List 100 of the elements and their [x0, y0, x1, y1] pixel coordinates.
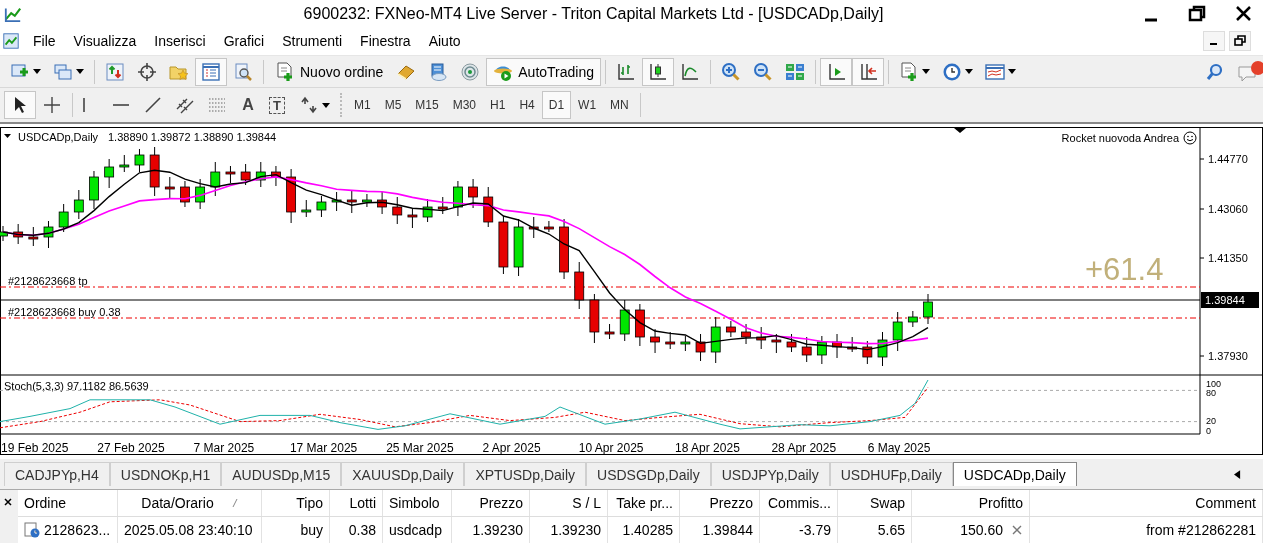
date-label: 28 Apr 2025: [771, 441, 837, 456]
candle: [574, 261, 585, 310]
toolbar-button[interactable]: [820, 57, 853, 86]
toolbar-button[interactable]: [195, 57, 227, 86]
menu-item[interactable]: Finestra: [351, 33, 420, 50]
crosshair-icon: [137, 61, 157, 82]
menu-item[interactable]: Inserisci: [145, 33, 215, 50]
windows-icon: [53, 61, 73, 82]
candle: [331, 191, 342, 212]
column-header[interactable]: Data/Orario: [118, 490, 262, 516]
left-arrow-icon[interactable]: [1234, 470, 1241, 479]
column-header[interactable]: Prezzo: [452, 490, 530, 516]
menu-item[interactable]: Aiuto: [419, 33, 470, 50]
timeframe-button[interactable]: MN: [603, 91, 636, 120]
column-header[interactable]: Commis...: [760, 490, 838, 516]
timeframe-button[interactable]: M30: [445, 91, 484, 120]
caret-icon: [33, 69, 41, 75]
caret-icon: [922, 69, 931, 75]
timeframe-button[interactable]: D1: [541, 91, 572, 120]
candle: [771, 333, 782, 354]
caret-icon: [1008, 69, 1017, 75]
column-header[interactable]: Take pr...: [608, 490, 680, 516]
column-header[interactable]: Prezzo: [680, 490, 760, 516]
caret-icon: [965, 69, 974, 75]
candle: [907, 310, 918, 328]
menu-item[interactable]: Grafici: [214, 33, 274, 50]
timeframe-button[interactable]: H1: [483, 91, 513, 120]
chart-tab[interactable]: USDCADp,Daily: [952, 462, 1077, 486]
chart-icon[interactable]: [2, 32, 20, 51]
chart-tab[interactable]: USDNOKp,H1: [109, 462, 222, 486]
magnifier-icon: [233, 61, 253, 82]
drawing-tool-button[interactable]: [4, 91, 36, 120]
toolbar-button[interactable]: [852, 57, 885, 86]
table-cell: 1.39230: [472, 522, 523, 538]
menu-item[interactable]: Strumenti: [273, 33, 352, 50]
close-icon[interactable]: [3, 497, 13, 507]
candle: [786, 333, 797, 353]
timeframe-button[interactable]: H4: [512, 91, 542, 120]
table-cell: buy: [300, 522, 323, 538]
column-header[interactable]: Ordine: [18, 490, 118, 516]
chat-icon[interactable]: [1237, 60, 1263, 83]
signal-icon: [460, 61, 481, 82]
timeframe-button[interactable]: M5: [377, 91, 409, 120]
candle: [604, 323, 615, 340]
server-icon: [428, 61, 449, 82]
chart-tab[interactable]: XAUUSDp,Daily: [341, 462, 465, 486]
chart-tab[interactable]: USDSGDp,Daily: [586, 462, 711, 486]
column-header[interactable]: Swap: [838, 490, 912, 516]
column-header[interactable]: S / L: [530, 490, 608, 516]
zoom-in-icon: [721, 61, 742, 82]
column-header[interactable]: Comment: [1030, 490, 1263, 516]
column-header[interactable]: Lotti: [330, 490, 383, 516]
chart-tab[interactable]: USDJPYp,Daily: [710, 462, 830, 486]
restore-icon[interactable]: [1229, 31, 1251, 52]
chart-tab[interactable]: CADJPYp,H4: [4, 462, 110, 486]
candle: [13, 223, 24, 245]
column-header[interactable]: Profitto: [912, 490, 1030, 516]
dropdown-icon[interactable]: [4, 134, 11, 139]
table-cell: -3.79: [799, 522, 831, 538]
table-cell: 1.39230: [550, 522, 601, 538]
candle: [255, 161, 266, 188]
menu-item[interactable]: Visualizza: [64, 33, 146, 50]
candle: [195, 178, 206, 210]
label-tool-button[interactable]: T: [263, 91, 293, 120]
chart-shift-icon: [858, 61, 879, 82]
column-header[interactable]: Simbolo: [383, 490, 452, 516]
toolbar-button[interactable]: [642, 57, 675, 86]
timeframe-button[interactable]: M1: [347, 91, 378, 120]
marker-icon: [954, 128, 966, 134]
search-icon[interactable]: [1205, 61, 1225, 82]
sort-icon: [231, 498, 238, 508]
candle: [301, 199, 312, 218]
candle: [559, 218, 569, 280]
candle: [619, 299, 630, 342]
toolbar-button[interactable]: Nuovo ordine: [268, 57, 391, 86]
chart-tab[interactable]: XPTUSDp,Daily: [464, 462, 586, 486]
candle: [635, 303, 645, 347]
candle: [725, 320, 736, 338]
window-list-icon: [201, 61, 221, 82]
price-tag: 1.39844: [1201, 292, 1259, 309]
candle: [816, 335, 827, 365]
table-cell: 150.60: [960, 522, 1003, 538]
menu-item[interactable]: File: [24, 33, 65, 50]
chart-tab[interactable]: USDHUFp,Daily: [829, 462, 953, 486]
table-cell: 5.65: [877, 522, 905, 538]
date-label: 7 Mar 2025: [193, 441, 255, 456]
window-title: 6900232: FXNeo-MT4 Live Server - Triton Capital Markets Ltd - [USDCADp,Daily]: [302, 4, 885, 23]
date-label: 27 Feb 2025: [97, 441, 165, 456]
text-tool-button[interactable]: A: [233, 91, 263, 120]
column-header[interactable]: Tipo: [262, 490, 330, 516]
timeframe-button[interactable]: M15: [408, 91, 446, 120]
order-label: #2128623668 buy 0.38: [8, 306, 121, 319]
chart-tab[interactable]: AUDUSDp,M15: [221, 462, 342, 486]
candle: [180, 180, 190, 208]
timeframe-button[interactable]: W1: [571, 91, 604, 120]
candle: [695, 333, 706, 362]
bar-chart-icon: [616, 61, 637, 82]
order-icon: [24, 522, 40, 538]
toolbar-button[interactable]: AutoTrading: [486, 57, 602, 86]
minimize-icon[interactable]: [1203, 31, 1225, 52]
